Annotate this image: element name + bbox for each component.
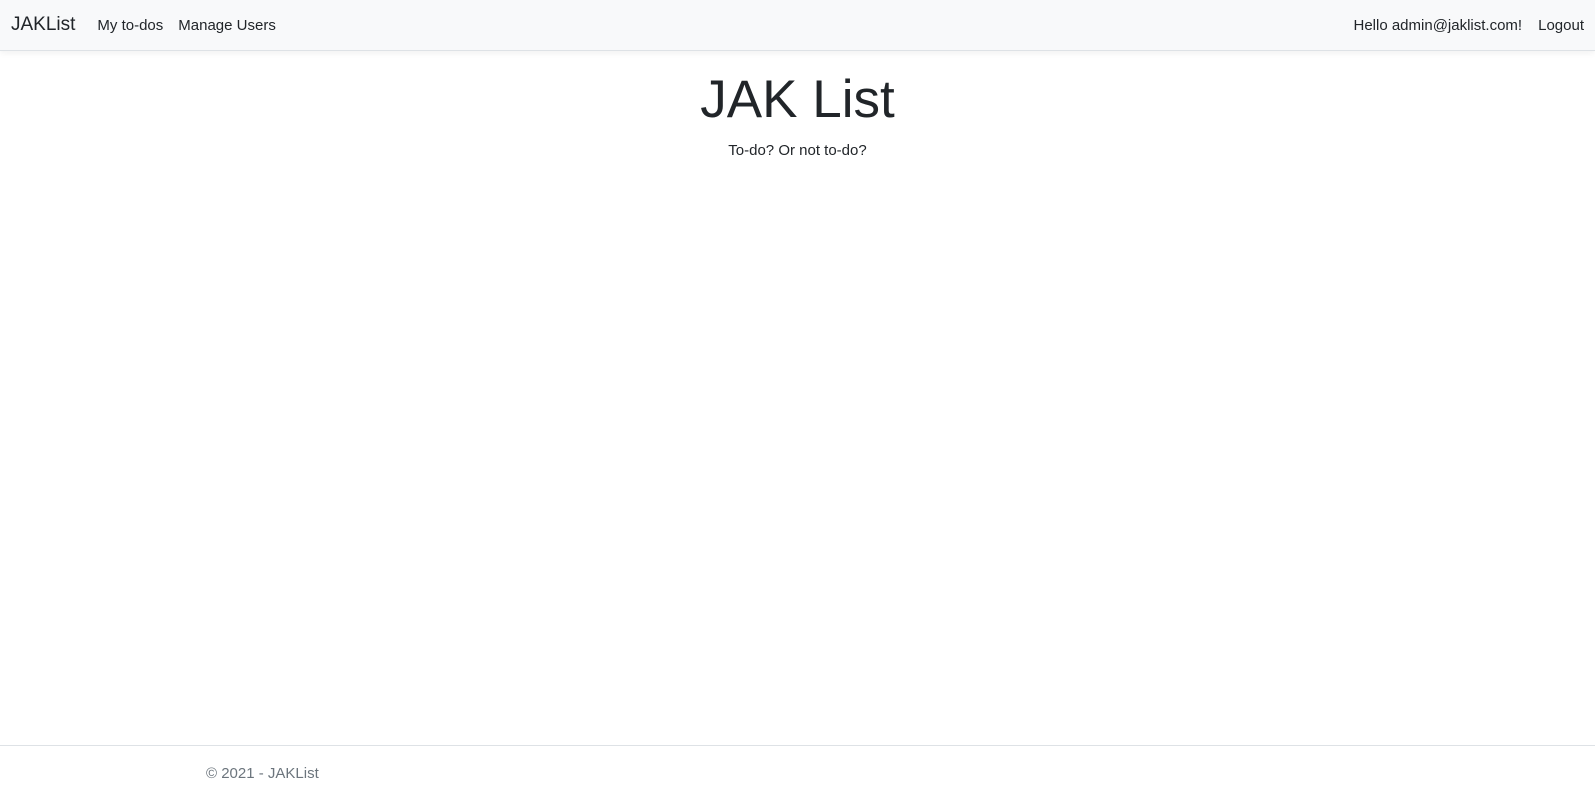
top-navbar: JAKList My to-dos Manage Users Hello adm… xyxy=(0,0,1595,51)
nav-link-my-todos[interactable]: My to-dos xyxy=(97,17,163,34)
user-greeting-link[interactable]: Hello admin@jaklist.com! xyxy=(1353,17,1522,34)
brand-link[interactable]: JAKList xyxy=(11,14,75,36)
footer-copyright: © 2021 - JAKList xyxy=(206,765,319,782)
main-content: JAK List To-do? Or not to-do? xyxy=(0,51,1595,159)
nav-link-manage-users[interactable]: Manage Users xyxy=(178,17,276,34)
nav-left-group: JAKList My to-dos Manage Users xyxy=(11,14,291,36)
page-footer: © 2021 - JAKList xyxy=(0,745,1595,795)
page-title: JAK List xyxy=(700,70,895,129)
logout-button[interactable]: Logout xyxy=(1538,17,1584,34)
page-tagline: To-do? Or not to-do? xyxy=(728,142,867,159)
nav-right-group: Hello admin@jaklist.com! Logout xyxy=(1353,17,1584,34)
